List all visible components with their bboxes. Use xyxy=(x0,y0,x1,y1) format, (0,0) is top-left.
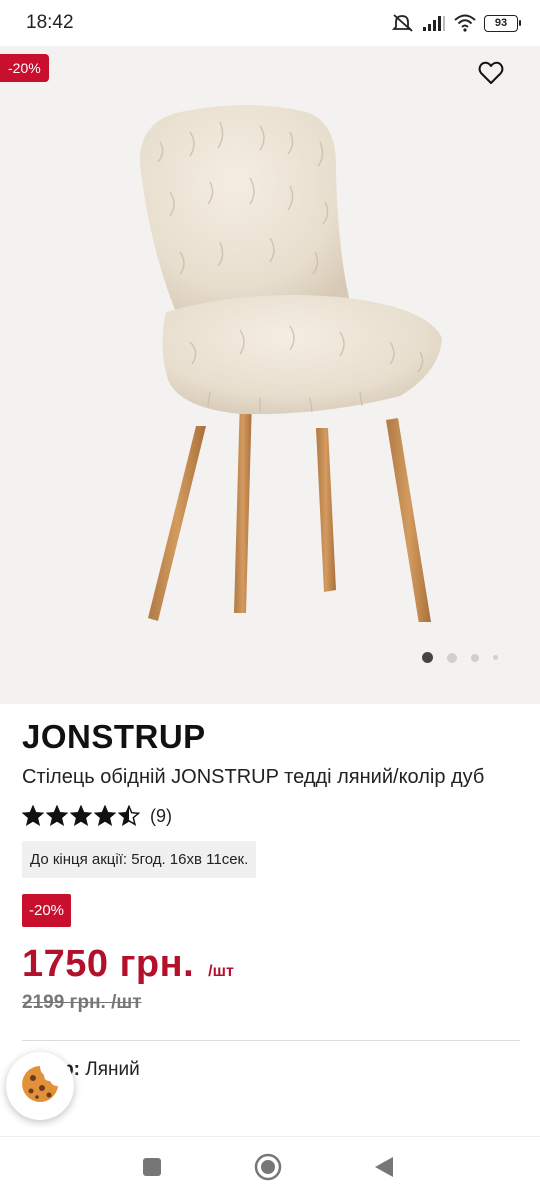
discount-badge-gallery: -20% xyxy=(0,54,49,82)
wishlist-button[interactable] xyxy=(474,60,508,90)
status-bar: 18:42 93 xyxy=(0,0,540,46)
discount-badge: -20% xyxy=(22,894,72,927)
back-icon xyxy=(373,1155,395,1184)
battery-icon: 93 xyxy=(484,14,521,32)
recents-icon xyxy=(142,1157,162,1182)
rating-stars xyxy=(22,805,140,827)
product-image-gallery[interactable]: -20% xyxy=(0,46,540,704)
old-price: 2199 грн. /шт xyxy=(22,992,142,1013)
pagination-dot-active[interactable] xyxy=(422,652,433,663)
wifi-icon xyxy=(454,14,476,32)
product-name: Стілець обідній JONSTRUP тедді ляний/кол… xyxy=(22,766,485,788)
color-row[interactable]: Колір: Ляний xyxy=(22,1059,522,1085)
product-rating[interactable]: (9) xyxy=(22,803,522,829)
mute-icon xyxy=(392,13,414,33)
current-price: 1750 грн. xyxy=(22,943,195,985)
price-row: 1750 грн. /шт xyxy=(22,943,522,986)
star-full-icon xyxy=(46,805,68,826)
star-half-icon xyxy=(118,805,140,826)
cookie-settings-button[interactable] xyxy=(6,1052,74,1120)
home-button[interactable] xyxy=(250,1151,286,1187)
recents-button[interactable] xyxy=(134,1151,170,1187)
review-count[interactable]: (9) xyxy=(150,806,172,827)
color-value: Ляний xyxy=(80,1059,140,1080)
cookie-icon xyxy=(20,1064,60,1109)
price-unit: /шт xyxy=(208,963,234,980)
pagination-dot[interactable] xyxy=(471,653,479,662)
divider xyxy=(22,1040,520,1041)
signal-icon xyxy=(422,14,446,32)
pagination-dot[interactable] xyxy=(493,655,498,660)
pagination-dot[interactable] xyxy=(447,652,457,663)
product-brand: JONSTRUP xyxy=(22,718,206,755)
star-full-icon xyxy=(94,805,116,826)
promo-countdown: До кінця акції: 5год. 16хв 11сек. xyxy=(22,841,257,878)
gallery-pagination xyxy=(422,652,498,663)
status-time: 18:42 xyxy=(26,12,74,33)
home-icon xyxy=(254,1153,282,1186)
star-full-icon xyxy=(22,805,44,826)
back-button[interactable] xyxy=(366,1151,402,1187)
heart-icon xyxy=(478,61,504,90)
product-info: JONSTRUP Стілець обідній JONSTRUP тедді … xyxy=(22,716,522,1085)
product-image xyxy=(139,105,442,622)
star-full-icon xyxy=(70,805,92,826)
status-icons: 93 xyxy=(392,13,521,33)
system-nav-bar xyxy=(0,1136,540,1200)
